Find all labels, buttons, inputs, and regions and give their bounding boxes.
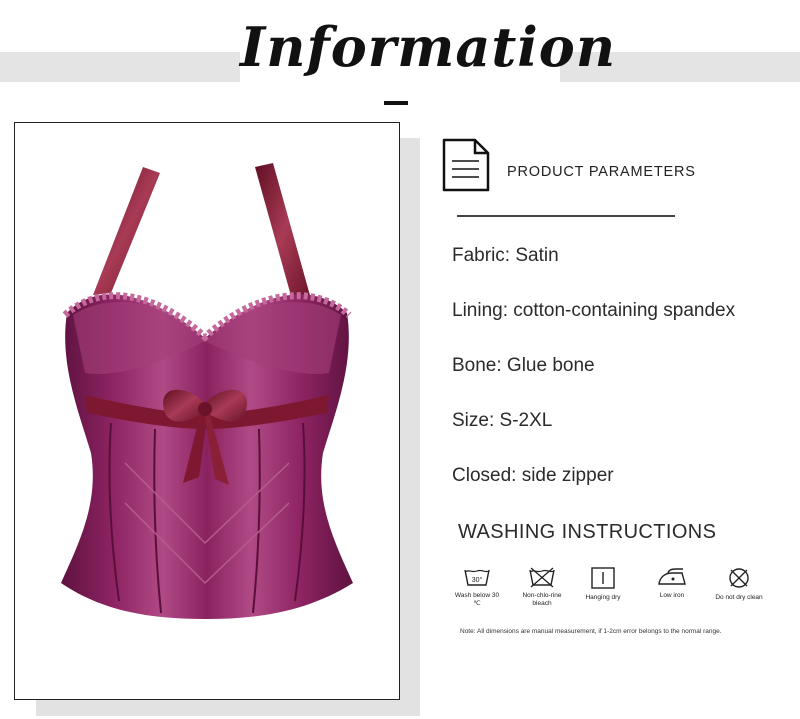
no-dry-clean-icon <box>729 568 749 588</box>
param-closed: Closed: side zipper <box>452 465 614 486</box>
param-bone: Bone: Glue bone <box>452 355 595 376</box>
wash-30-icon: 30° <box>464 569 490 586</box>
wash-label: Wash below 30 ℃ <box>454 592 500 607</box>
wash-label: Do not dry clean <box>715 594 763 601</box>
title-divider <box>384 101 408 105</box>
washing-heading: WASHING INSTRUCTIONS <box>458 521 717 543</box>
param-size: Size: S-2XL <box>452 410 553 431</box>
param-lining: Lining: cotton-containing spandex <box>452 300 736 321</box>
param-fabric: Fabric: Satin <box>452 245 559 266</box>
wash-label: Non-chlo-rine bleach <box>522 592 562 607</box>
wash-item: 30° Wash below 30 ℃ <box>451 566 503 608</box>
hanging-dry-icon <box>591 567 615 589</box>
wash-label: Low iron <box>659 592 685 599</box>
product-photo <box>14 122 400 700</box>
wash-label: Hanging dry <box>585 594 621 601</box>
wash-item: Low iron <box>646 566 698 600</box>
measurement-note: Note: All dimensions are manual measurem… <box>460 628 722 635</box>
parameters-heading: PRODUCT PARAMETERS <box>507 164 696 180</box>
svg-text:30°: 30° <box>472 576 483 584</box>
no-bleach-icon <box>529 567 555 588</box>
low-iron-icon <box>658 568 686 585</box>
wash-item: Do not dry clean <box>713 566 765 602</box>
wash-item: Hanging dry <box>577 566 629 602</box>
document-icon <box>442 138 490 192</box>
parameters-divider <box>457 215 675 217</box>
page-title: Information <box>240 15 617 79</box>
title-box: Information <box>240 8 615 86</box>
corset-illustration <box>61 163 353 619</box>
wash-item: Non-chlo-rine bleach <box>516 566 568 608</box>
